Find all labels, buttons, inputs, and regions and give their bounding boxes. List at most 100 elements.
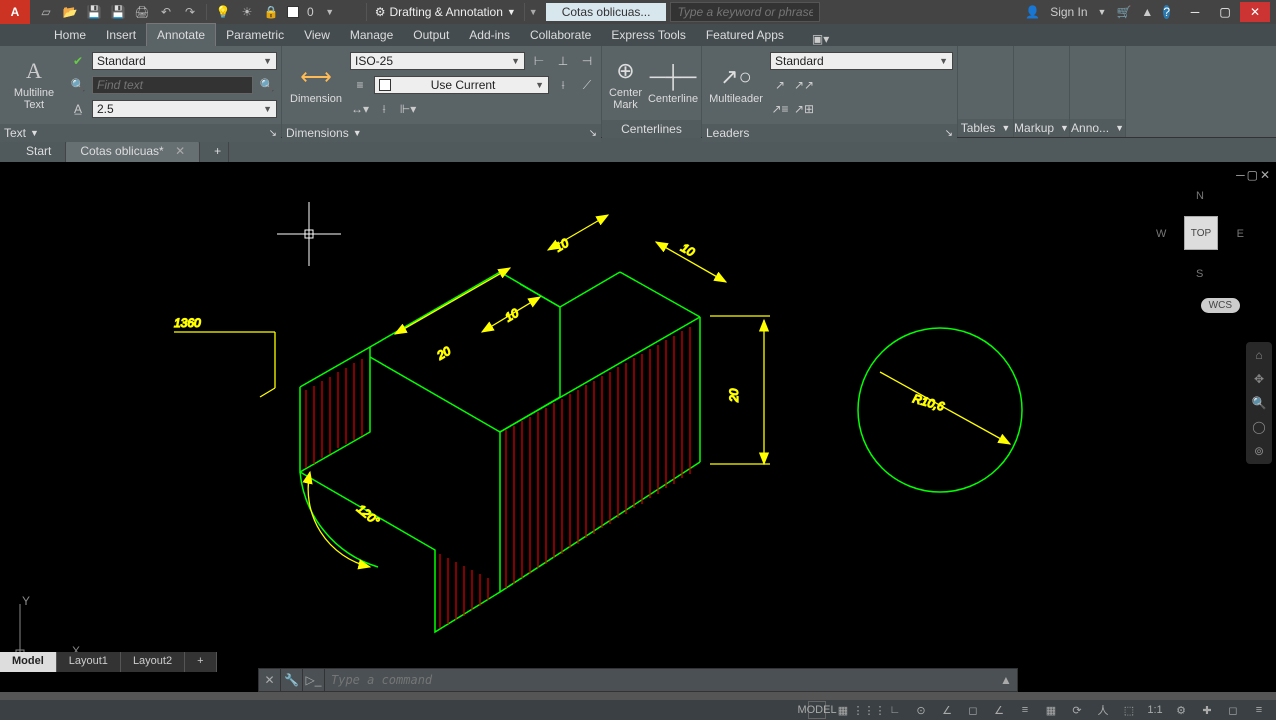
dim-style-select[interactable]: ISO-25▼: [350, 52, 525, 70]
viewcube-top-face[interactable]: TOP: [1184, 216, 1218, 250]
sun-icon[interactable]: ☀: [239, 4, 255, 20]
viewcube-n[interactable]: N: [1196, 190, 1204, 202]
open-icon[interactable]: 📂: [62, 4, 78, 20]
leader-style-select[interactable]: Standard▼: [770, 52, 953, 70]
cmd-expand-icon[interactable]: ▲: [995, 669, 1017, 691]
tab-close-icon[interactable]: ✕: [175, 144, 185, 158]
cmd-close-icon[interactable]: ✕: [259, 669, 281, 691]
add-tab-button[interactable]: +: [200, 140, 229, 162]
lineweight-icon[interactable]: ≡: [1016, 701, 1034, 719]
maximize-button[interactable]: ▢: [1210, 2, 1240, 22]
text-style-select[interactable]: Standard▼: [92, 52, 277, 70]
grid-icon[interactable]: ▦: [834, 701, 852, 719]
annotation-icon[interactable]: 人: [1094, 701, 1112, 719]
minimize-button[interactable]: ─: [1180, 2, 1210, 22]
transparency-icon[interactable]: ▦: [1042, 701, 1060, 719]
navbar-wheel-icon[interactable]: ⊚: [1254, 444, 1264, 458]
annoscale-icon[interactable]: ⬚: [1120, 701, 1138, 719]
leader-tool1-icon[interactable]: ↗: [770, 75, 790, 95]
otrack-icon[interactable]: ∠: [990, 701, 1008, 719]
add-layout-button[interactable]: +: [185, 652, 216, 672]
find-icon[interactable]: 🔍: [68, 75, 88, 95]
dim-tool2-icon[interactable]: ⊥: [553, 51, 573, 71]
signin-label[interactable]: Sign In: [1050, 5, 1087, 19]
navbar-zoom-icon[interactable]: 🔍: [1252, 396, 1267, 410]
cmd-config-icon[interactable]: 🔧: [281, 669, 303, 691]
dimension-button[interactable]: ⟷ Dimension: [286, 50, 346, 116]
find-text-input[interactable]: [92, 76, 253, 94]
check-icon[interactable]: ✔: [68, 51, 88, 71]
dim-tool1-icon[interactable]: ⊢: [529, 51, 549, 71]
plus-icon[interactable]: ✚: [1198, 701, 1216, 719]
save-icon[interactable]: 💾: [86, 4, 102, 20]
viewcube-s[interactable]: S: [1196, 268, 1203, 280]
cart-icon[interactable]: 🛒: [1116, 5, 1131, 19]
tab-view[interactable]: View: [294, 24, 340, 46]
dim-layer-select[interactable]: Use Current▼: [374, 76, 549, 94]
find-go-icon[interactable]: 🔍: [257, 75, 277, 95]
dim-tool3-icon[interactable]: ⊣: [577, 51, 597, 71]
layout1-tab[interactable]: Layout1: [57, 652, 121, 672]
viewcube[interactable]: TOP N S E W: [1154, 186, 1246, 278]
lock-icon[interactable]: 🔒: [263, 4, 279, 20]
leader-tool3-icon[interactable]: ↗≡: [770, 99, 790, 119]
caret-down-icon[interactable]: ▼: [322, 4, 338, 20]
command-line[interactable]: ✕ 🔧 ▷_ ▲: [258, 668, 1018, 692]
ortho-icon[interactable]: ∟: [886, 701, 904, 719]
app-logo[interactable]: A: [0, 0, 30, 24]
navbar-orbit-icon[interactable]: ◯: [1252, 420, 1265, 434]
search-input[interactable]: [670, 2, 820, 22]
command-input[interactable]: [325, 671, 995, 689]
wcs-badge[interactable]: WCS: [1201, 298, 1240, 313]
snap-icon[interactable]: ⋮⋮⋮: [860, 701, 878, 719]
layout2-tab[interactable]: Layout2: [121, 652, 185, 672]
tab-featured[interactable]: Featured Apps: [696, 24, 794, 46]
navbar-pan-icon[interactable]: ✥: [1254, 372, 1264, 386]
dim-tool4-icon[interactable]: ⟊: [553, 75, 573, 95]
center-mark-button[interactable]: ⊕ Center Mark: [606, 50, 645, 116]
start-tab[interactable]: Start: [12, 140, 66, 162]
navigation-bar[interactable]: ⌂ ✥ 🔍 ◯ ⊚: [1246, 342, 1272, 464]
markup-panel-title[interactable]: Markup: [1014, 121, 1054, 135]
dim-tool5-icon[interactable]: ⟋: [577, 75, 597, 95]
cycling-icon[interactable]: ⟳: [1068, 701, 1086, 719]
saveas-icon[interactable]: 💾: [110, 4, 126, 20]
workspace-switcher[interactable]: ⚙ Drafting & Annotation ▼: [366, 3, 525, 21]
tab-insert[interactable]: Insert: [96, 24, 146, 46]
ui-config-icon[interactable]: ◻: [1224, 701, 1242, 719]
leader-tool4-icon[interactable]: ↗⊞: [794, 99, 814, 119]
tab-home[interactable]: Home: [44, 24, 96, 46]
bulb-icon[interactable]: 💡: [215, 4, 231, 20]
navbar-home-icon[interactable]: ⌂: [1255, 348, 1262, 362]
tab-express[interactable]: Express Tools: [601, 24, 695, 46]
ribbon-overflow-icon[interactable]: ▣▾: [812, 32, 829, 46]
polar-icon[interactable]: ⊙: [912, 701, 930, 719]
isodraft-icon[interactable]: ∠: [938, 701, 956, 719]
multileader-button[interactable]: ↗○ Multileader: [706, 50, 766, 116]
tables-panel-title[interactable]: Tables: [961, 121, 996, 135]
model-tab[interactable]: Model: [0, 652, 57, 672]
workspace-caret-icon[interactable]: ▼: [525, 7, 542, 17]
file-tab[interactable]: Cotas oblicuas* ✕: [66, 140, 200, 162]
scale-label[interactable]: 1:1: [1146, 701, 1164, 719]
tab-manage[interactable]: Manage: [340, 24, 403, 46]
leader-tool2-icon[interactable]: ↗↗: [794, 75, 814, 95]
drawing-canvas[interactable]: ─ ▢ ✕: [0, 162, 1276, 692]
centerline-button[interactable]: ─┼─ Centerline: [649, 50, 697, 116]
panel-launcher-icon[interactable]: ↘: [945, 128, 953, 139]
continue-dim-icon[interactable]: ⊩▾: [398, 99, 418, 119]
quick-dim-icon[interactable]: ⟊: [374, 99, 394, 119]
layer-color-swatch[interactable]: [287, 6, 299, 18]
signin-icon[interactable]: 👤: [1025, 5, 1040, 19]
tab-collaborate[interactable]: Collaborate: [520, 24, 601, 46]
viewcube-w[interactable]: W: [1156, 228, 1166, 240]
tab-parametric[interactable]: Parametric: [216, 24, 294, 46]
osnap-icon[interactable]: ◻: [964, 701, 982, 719]
undo-icon[interactable]: ↶: [158, 4, 174, 20]
anno-panel-title[interactable]: Anno...: [1071, 121, 1109, 135]
multiline-text-button[interactable]: A Multiline Text: [4, 50, 64, 116]
gear-icon[interactable]: ⚙: [1172, 701, 1190, 719]
help-icon[interactable]: ?: [1163, 5, 1170, 19]
plot-icon[interactable]: 🖨: [134, 4, 150, 20]
linear-dim-icon[interactable]: ↔▾: [350, 99, 370, 119]
